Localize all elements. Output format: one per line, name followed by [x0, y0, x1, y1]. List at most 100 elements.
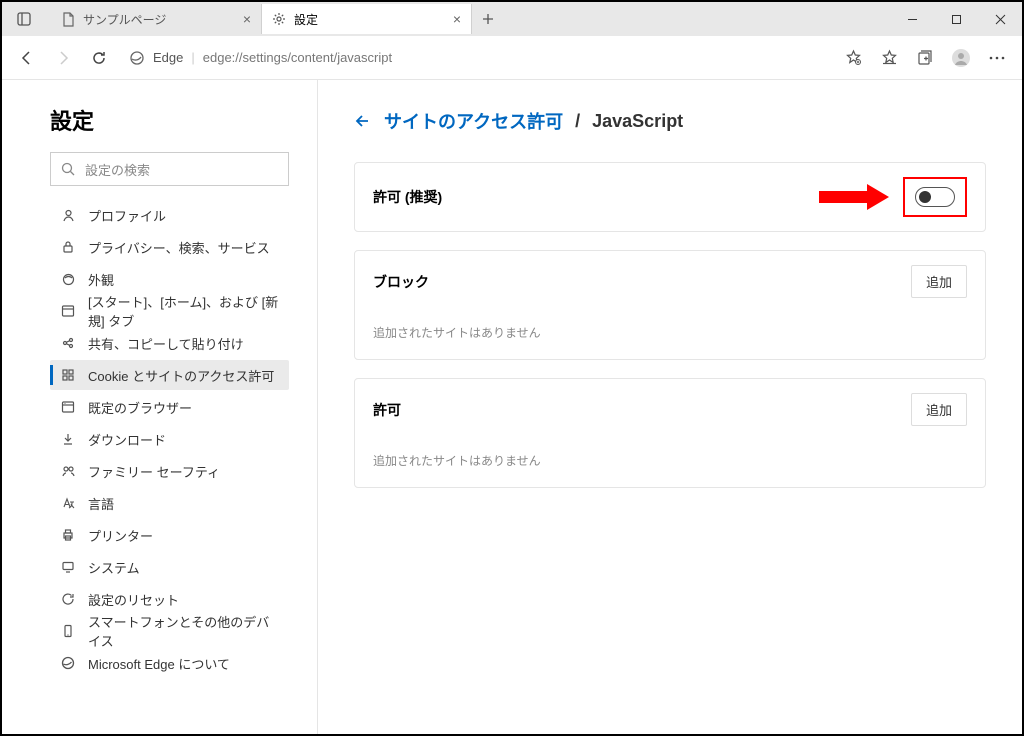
- settings-sidebar: 設定 設定の検索 プロファイル プライバシー、検索、サービス 外観 [スタート]…: [2, 80, 318, 734]
- tab-actions-icon[interactable]: [8, 12, 40, 26]
- sidebar-item-downloads[interactable]: ダウンロード: [50, 424, 289, 454]
- printer-icon: [60, 527, 76, 543]
- back-arrow-icon[interactable]: [354, 112, 372, 130]
- sidebar-item-language[interactable]: 言語: [50, 488, 289, 518]
- system-icon: [60, 559, 76, 575]
- settings-search-input[interactable]: 設定の検索: [50, 152, 289, 186]
- phone-icon: [60, 623, 76, 639]
- sidebar-item-label: ダウンロード: [88, 430, 166, 449]
- settings-nav: プロファイル プライバシー、検索、サービス 外観 [スタート]、[ホーム]、およ…: [50, 200, 289, 678]
- close-icon[interactable]: ×: [243, 11, 251, 27]
- edge-icon: [60, 655, 76, 671]
- allow-section-card: 許可 追加 追加されたサイトはありません: [354, 378, 986, 488]
- window-icon: [60, 303, 76, 319]
- favorites-icon[interactable]: [872, 41, 906, 75]
- sidebar-item-phone[interactable]: スマートフォンとその他のデバイス: [50, 616, 289, 646]
- family-icon: [60, 463, 76, 479]
- breadcrumb: サイトのアクセス許可 / JavaScript: [354, 108, 986, 134]
- engine-label: Edge: [153, 50, 183, 65]
- sidebar-item-label: Cookie とサイトのアクセス許可: [88, 366, 274, 385]
- collections-icon[interactable]: [908, 41, 942, 75]
- favorite-star-icon[interactable]: [836, 41, 870, 75]
- settings-title: 設定: [50, 104, 289, 136]
- sidebar-item-label: Microsoft Edge について: [88, 654, 230, 673]
- sidebar-item-label: プライバシー、検索、サービス: [88, 238, 270, 257]
- sidebar-item-label: 外観: [88, 270, 114, 289]
- sidebar-item-privacy[interactable]: プライバシー、検索、サービス: [50, 232, 289, 262]
- more-icon[interactable]: [980, 41, 1014, 75]
- toggle-highlight: [903, 177, 967, 217]
- allow-section-label: 許可: [373, 400, 401, 420]
- sidebar-item-appearance[interactable]: 外観: [50, 264, 289, 294]
- window-controls: [890, 2, 1022, 36]
- add-block-button[interactable]: 追加: [911, 265, 967, 298]
- minimize-button[interactable]: [890, 2, 934, 36]
- reset-icon: [60, 591, 76, 607]
- allow-toggle-card: 許可 (推奨): [354, 162, 986, 232]
- refresh-button[interactable]: [82, 41, 116, 75]
- block-empty-text: 追加されたサイトはありません: [355, 312, 985, 359]
- edge-logo-icon: [129, 50, 145, 66]
- javascript-allow-toggle[interactable]: [915, 187, 955, 207]
- callout-arrow: [819, 186, 889, 208]
- lock-icon: [60, 239, 76, 255]
- sidebar-item-about[interactable]: Microsoft Edge について: [50, 648, 289, 678]
- back-button[interactable]: [10, 41, 44, 75]
- search-icon: [61, 162, 75, 176]
- tab-group: サンプルページ × 設定 ×: [2, 2, 504, 36]
- sidebar-item-share[interactable]: 共有、コピーして貼り付け: [50, 328, 289, 358]
- close-icon[interactable]: ×: [453, 11, 461, 27]
- forward-button[interactable]: [46, 41, 80, 75]
- allow-label: 許可 (推奨): [373, 187, 442, 207]
- sidebar-item-label: スマートフォンとその他のデバイス: [88, 612, 279, 650]
- sidebar-item-label: 既定のブラウザー: [88, 398, 192, 417]
- share-icon: [60, 335, 76, 351]
- new-tab-button[interactable]: [472, 13, 504, 25]
- sidebar-item-label: ファミリー セーフティ: [88, 462, 220, 481]
- language-icon: [60, 495, 76, 511]
- breadcrumb-separator: /: [575, 111, 580, 132]
- sidebar-item-profile[interactable]: プロファイル: [50, 200, 289, 230]
- sidebar-item-start[interactable]: [スタート]、[ホーム]、および [新規] タブ: [50, 296, 289, 326]
- sidebar-item-label: [スタート]、[ホーム]、および [新規] タブ: [88, 292, 279, 330]
- sidebar-item-default-browser[interactable]: 既定のブラウザー: [50, 392, 289, 422]
- browser-icon: [60, 399, 76, 415]
- download-icon: [60, 431, 76, 447]
- sidebar-item-reset[interactable]: 設定のリセット: [50, 584, 289, 614]
- sidebar-item-label: 設定のリセット: [88, 590, 179, 609]
- window-titlebar: サンプルページ × 設定 ×: [2, 2, 1022, 36]
- sidebar-item-label: プロファイル: [88, 206, 166, 225]
- gear-icon: [272, 12, 286, 26]
- permissions-icon: [60, 367, 76, 383]
- block-section-card: ブロック 追加 追加されたサイトはありません: [354, 250, 986, 360]
- tab-title: サンプルページ: [83, 11, 166, 28]
- tab-title: 設定: [294, 11, 318, 28]
- address-bar: Edge | edge://settings/content/javascrip…: [2, 36, 1022, 80]
- sidebar-item-label: 共有、コピーして貼り付け: [88, 334, 244, 353]
- main-panel: サイトのアクセス許可 / JavaScript 許可 (推奨) ブロック: [318, 80, 1022, 734]
- sidebar-item-label: システム: [88, 558, 140, 577]
- content-area: 設定 設定の検索 プロファイル プライバシー、検索、サービス 外観 [スタート]…: [2, 80, 1022, 734]
- profile-icon[interactable]: [944, 41, 978, 75]
- separator: |: [191, 50, 194, 65]
- sidebar-item-label: 言語: [88, 494, 114, 513]
- block-label: ブロック: [373, 272, 429, 292]
- breadcrumb-current: JavaScript: [592, 111, 683, 132]
- url-text: edge://settings/content/javascript: [203, 50, 392, 65]
- add-allow-button[interactable]: 追加: [911, 393, 967, 426]
- sidebar-item-family[interactable]: ファミリー セーフティ: [50, 456, 289, 486]
- sidebar-item-printer[interactable]: プリンター: [50, 520, 289, 550]
- url-field[interactable]: Edge | edge://settings/content/javascrip…: [118, 42, 834, 74]
- tab-sample-page[interactable]: サンプルページ ×: [52, 4, 262, 34]
- allow-empty-text: 追加されたサイトはありません: [355, 440, 985, 487]
- breadcrumb-link[interactable]: サイトのアクセス許可: [384, 108, 563, 134]
- sidebar-item-label: プリンター: [88, 526, 153, 545]
- close-window-button[interactable]: [978, 2, 1022, 36]
- file-icon: [62, 12, 75, 27]
- appearance-icon: [60, 271, 76, 287]
- profile-icon: [60, 207, 76, 223]
- sidebar-item-cookies[interactable]: Cookie とサイトのアクセス許可: [50, 360, 289, 390]
- tab-settings[interactable]: 設定 ×: [262, 4, 472, 34]
- maximize-button[interactable]: [934, 2, 978, 36]
- sidebar-item-system[interactable]: システム: [50, 552, 289, 582]
